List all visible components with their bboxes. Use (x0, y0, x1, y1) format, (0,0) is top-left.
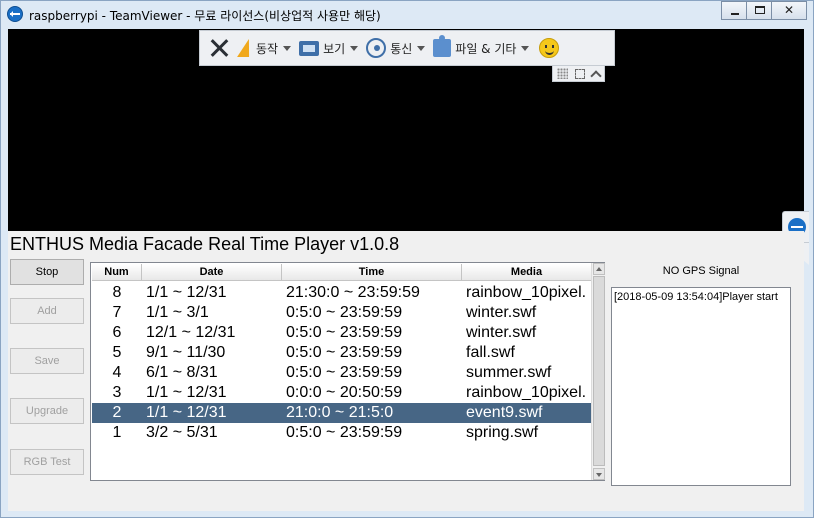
scroll-up-button[interactable] (593, 263, 605, 275)
cell-num: 7 (112, 304, 122, 321)
toolbar-menu-files-extras-label: 파일 & 기타 (455, 41, 517, 56)
cell-time: 0:5:0 ~ 23:59:59 (286, 304, 403, 321)
cell-time: 0:5:0 ~ 23:59:59 (286, 324, 403, 341)
window-controls: ✕ (721, 1, 807, 20)
schedule-table[interactable]: Num Date Time Media 8 1/1 ~ 12/31 21:30:… (90, 262, 605, 481)
cell-media: rainbow_10pixel. (466, 384, 587, 401)
table-row-selected[interactable]: 2 1/1 ~ 12/31 21:0:0 ~ 21:5:0 event9.swf (92, 403, 592, 423)
grip-icon[interactable] (556, 68, 568, 79)
cell-time: 0:0:0 ~ 20:50:59 (286, 384, 403, 401)
app-title: ENTHUS Media Facade Real Time Player v1.… (10, 234, 400, 254)
cell-media: summer.swf (466, 364, 552, 381)
teamviewer-window: raspberrypi - TeamViewer - 무료 라이선스(비상업적 … (0, 0, 814, 518)
toolbar-menu-files-extras[interactable]: 파일 & 기타 (433, 33, 530, 63)
maximize-button[interactable] (746, 1, 772, 20)
table-row[interactable]: 7 1/1 ~ 3/1 0:5:0 ~ 23:59:59 winter.swf (92, 303, 592, 323)
cell-date: 9/1 ~ 11/30 (146, 344, 226, 361)
table-row[interactable]: 6 12/1 ~ 12/31 0:5:0 ~ 23:59:59 winter.s… (92, 323, 592, 343)
close-window-button[interactable]: ✕ (771, 1, 807, 20)
toolbar-menu-communicate-label: 통신 (390, 41, 413, 56)
maximize-icon (755, 6, 765, 14)
toolbar-menu-view[interactable]: 보기 (299, 33, 359, 63)
cell-num: 8 (112, 284, 122, 301)
cell-media: winter.swf (466, 304, 537, 321)
column-header-date[interactable]: Date (142, 264, 282, 281)
chevron-down-icon (283, 45, 292, 51)
cell-media: fall.swf (466, 344, 515, 361)
column-header-time[interactable]: Time (282, 264, 462, 281)
bolt-icon (237, 39, 255, 57)
toolbar-menu-actions[interactable]: 동작 (237, 33, 292, 63)
table-body: 8 1/1 ~ 12/31 21:30:0 ~ 23:59:59 rainbow… (92, 283, 592, 443)
toolbar-sub-controls (552, 66, 605, 82)
phone-icon (366, 38, 387, 58)
puzzle-icon (433, 35, 452, 57)
cell-media: winter.swf (466, 324, 537, 341)
cell-date: 1/1 ~ 3/1 (146, 304, 209, 321)
smiley-icon[interactable] (539, 38, 560, 58)
chevron-down-icon (350, 45, 359, 51)
table-row[interactable]: 3 1/1 ~ 12/31 0:0:0 ~ 20:50:59 rainbow_1… (92, 383, 592, 403)
table-row[interactable]: 1 3/2 ~ 5/31 0:5:0 ~ 23:59:59 spring.swf (92, 423, 592, 443)
cell-media: rainbow_10pixel. (466, 284, 587, 301)
cell-num: 6 (112, 324, 122, 341)
window-title: raspberrypi - TeamViewer - 무료 라이선스(비상업적 … (29, 9, 381, 23)
toolbar-menu-view-label: 보기 (323, 41, 346, 56)
add-button[interactable]: Add (10, 298, 84, 324)
log-output[interactable]: [2018-05-09 13:54:04]Player start (611, 287, 791, 486)
cell-num: 4 (112, 364, 122, 381)
chevron-down-icon (521, 45, 530, 51)
cell-date: 1/1 ~ 12/31 (146, 384, 227, 401)
minimize-button[interactable] (721, 1, 747, 20)
teamviewer-toolbar: 동작 보기 통신 파일 & 기타 (199, 30, 615, 66)
cell-num: 5 (112, 344, 122, 361)
gps-status-label: NO GPS Signal (662, 265, 740, 277)
minimize-icon (731, 13, 739, 15)
table-row[interactable]: 5 9/1 ~ 11/30 0:5:0 ~ 23:59:59 fall.swf (92, 343, 592, 363)
cell-time: 0:5:0 ~ 23:59:59 (286, 344, 403, 361)
cell-num: 2 (112, 404, 122, 421)
cell-date: 1/1 ~ 12/31 (146, 284, 227, 301)
chevron-down-icon (417, 45, 426, 51)
cell-date: 3/2 ~ 5/31 (146, 424, 218, 441)
cell-time: 0:5:0 ~ 23:59:59 (286, 364, 403, 381)
cell-media: event9.swf (466, 404, 543, 421)
scroll-thumb[interactable] (593, 276, 605, 466)
arrow-down-icon (596, 473, 602, 477)
close-icon: ✕ (783, 3, 795, 17)
save-button[interactable]: Save (10, 348, 84, 374)
cell-time: 21:30:0 ~ 23:59:59 (286, 284, 420, 301)
table-scrollbar[interactable] (591, 263, 605, 480)
collapse-icon[interactable] (590, 69, 602, 82)
toolbar-menu-communicate[interactable]: 통신 (366, 33, 426, 63)
cell-date: 6/1 ~ 8/31 (146, 364, 218, 381)
column-header-num[interactable]: Num (92, 264, 142, 281)
teamviewer-logo-icon (7, 6, 23, 22)
upgrade-button[interactable]: Upgrade (10, 398, 84, 424)
close-session-button[interactable] (206, 35, 232, 61)
cell-num: 1 (112, 424, 122, 441)
cell-time: 0:5:0 ~ 23:59:59 (286, 424, 403, 441)
table-row[interactable]: 8 1/1 ~ 12/31 21:30:0 ~ 23:59:59 rainbow… (92, 283, 592, 303)
title-bar[interactable]: raspberrypi - TeamViewer - 무료 라이선스(비상업적 … (1, 1, 813, 29)
cell-media: spring.swf (466, 424, 539, 441)
cell-date: 1/1 ~ 12/31 (146, 404, 227, 421)
column-header-media[interactable]: Media (462, 264, 592, 281)
cell-date: 12/1 ~ 12/31 (146, 324, 236, 341)
rgb-test-button[interactable]: RGB Test (10, 449, 84, 475)
scroll-down-button[interactable] (593, 468, 605, 480)
table-header: Num Date Time Media (92, 264, 592, 281)
stop-button[interactable]: Stop (10, 259, 84, 285)
arrow-up-icon (596, 267, 602, 271)
cell-num: 3 (112, 384, 122, 401)
monitor-icon (299, 40, 320, 56)
cell-time: 21:0:0 ~ 21:5:0 (286, 404, 394, 421)
toolbar-menu-actions-label: 동작 (256, 41, 279, 56)
table-row[interactable]: 4 6/1 ~ 8/31 0:5:0 ~ 23:59:59 summer.swf (92, 363, 592, 383)
fullscreen-icon[interactable] (574, 68, 585, 79)
